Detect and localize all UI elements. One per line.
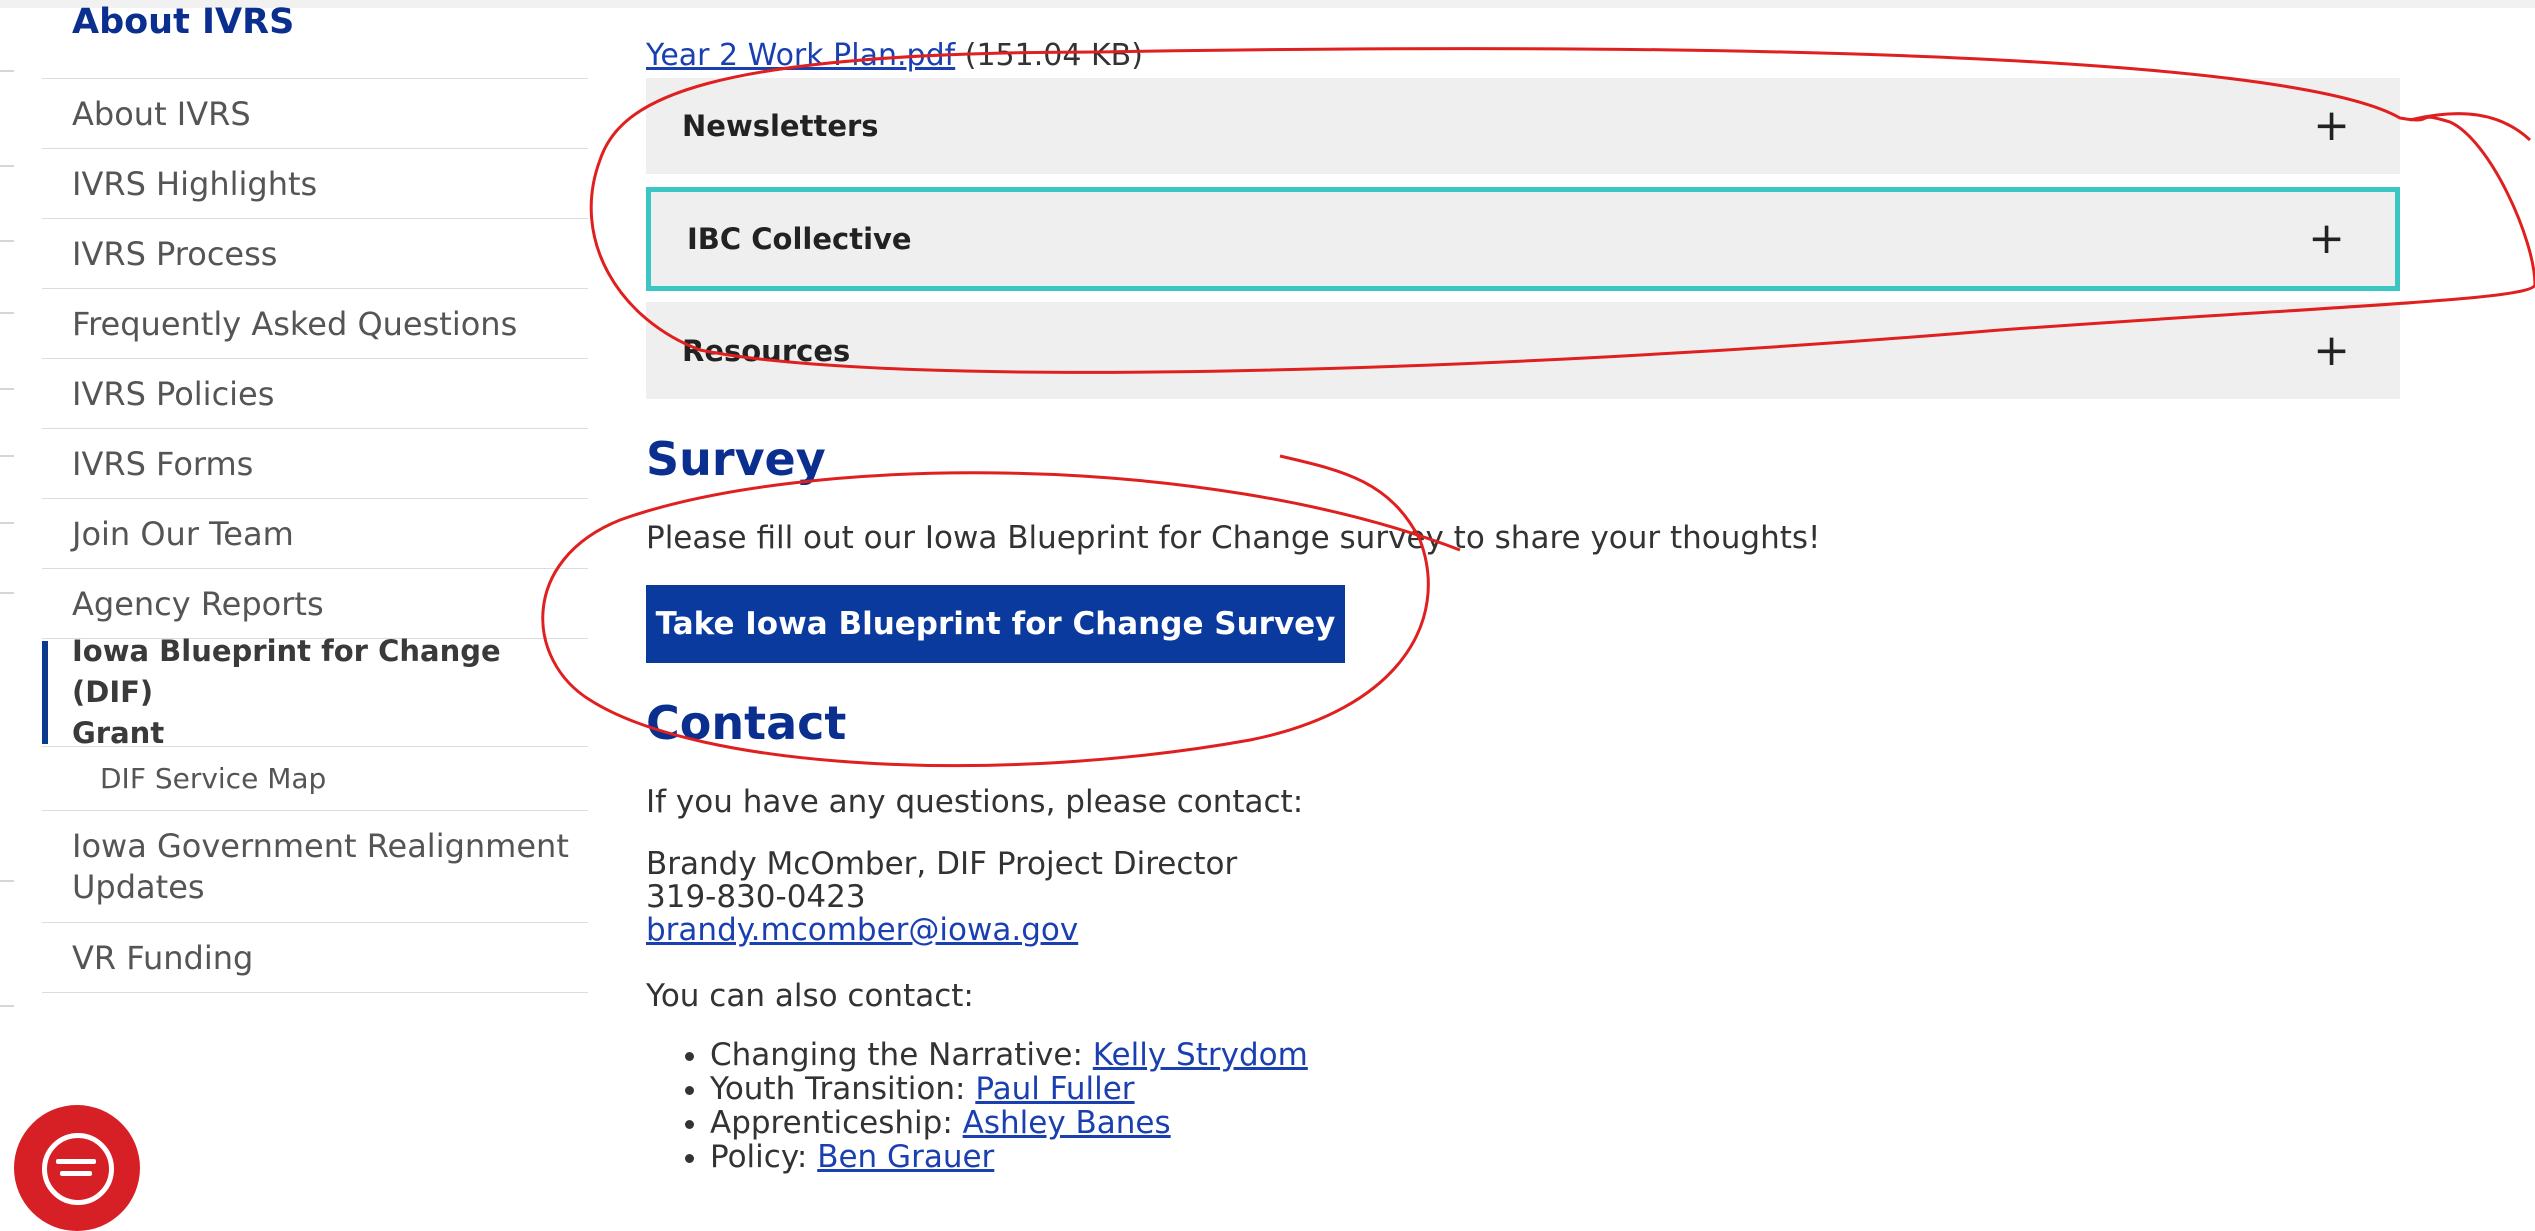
sidebar-item-agency-reports[interactable]: Agency Reports <box>42 569 588 639</box>
tick <box>0 240 14 242</box>
sidebar-item-vr-funding[interactable]: VR Funding <box>42 923 588 993</box>
chat-icon <box>42 1133 114 1205</box>
ashley-banes-link[interactable]: Ashley Banes <box>963 1105 1171 1141</box>
sidebar-item-label: Iowa Blueprint for Change (DIF) Grant <box>72 631 588 754</box>
chat-icon-line <box>60 1171 92 1176</box>
contact-role: Apprenticeship: <box>710 1105 953 1141</box>
label-line-2: Updates <box>72 867 205 906</box>
tick <box>0 455 14 457</box>
contact-name: Brandy McOmber, DIF Project Director <box>646 846 1238 882</box>
accordion-label: Resources <box>682 333 851 368</box>
sidebar-item-policies[interactable]: IVRS Policies <box>42 359 588 429</box>
sidebar-title[interactable]: About IVRS <box>72 2 294 42</box>
sidebar-item-faq[interactable]: Frequently Asked Questions <box>42 289 588 359</box>
contact-role: Policy: <box>710 1139 808 1175</box>
label-line-1: Iowa Blueprint for Change (DIF) <box>72 634 501 709</box>
tick <box>0 880 14 882</box>
contact-role: Changing the Narrative: <box>710 1037 1083 1073</box>
list-item: Changing the Narrative: Kelly Strydom <box>710 1038 1308 1072</box>
contact-details: Brandy McOmber, DIF Project Director 319… <box>646 848 1237 947</box>
tick <box>0 522 14 524</box>
survey-heading: Survey <box>646 432 826 486</box>
accordion-label: Newsletters <box>682 109 879 143</box>
accordion-ibc-collective[interactable]: IBC Collective + <box>646 187 2400 291</box>
contact-list: Changing the Narrative: Kelly Strydom Yo… <box>660 1038 1308 1174</box>
tick <box>0 1005 14 1007</box>
sidebar-item-forms[interactable]: IVRS Forms <box>42 429 588 499</box>
sidebar-item-highlights[interactable]: IVRS Highlights <box>42 149 588 219</box>
tick <box>0 388 14 390</box>
sidebar-item-label: Iowa Government Realignment Updates <box>72 826 569 908</box>
plus-icon: + <box>2308 213 2345 264</box>
sidebar-list: About IVRS IVRS Highlights IVRS Process … <box>42 78 588 993</box>
label-line-2: Grant <box>72 716 165 750</box>
kelly-strydom-link[interactable]: Kelly Strydom <box>1093 1037 1308 1073</box>
sidebar-item-realignment[interactable]: Iowa Government Realignment Updates <box>42 811 588 923</box>
contact-heading: Contact <box>646 696 847 750</box>
accordion-newsletters[interactable]: Newsletters + <box>646 78 2400 174</box>
also-contact-text: You can also contact: <box>646 978 974 1014</box>
annotation-tail <box>2409 112 2532 142</box>
sidebar-item-dif-service-map[interactable]: DIF Service Map <box>42 747 588 811</box>
contact-intro: If you have any questions, please contac… <box>646 784 1304 820</box>
survey-text: Please fill out our Iowa Blueprint for C… <box>646 520 1821 556</box>
tick <box>0 70 14 72</box>
label-line-1: Iowa Government Realignment <box>72 826 569 865</box>
chat-icon-line <box>56 1159 96 1164</box>
sidebar-item-process[interactable]: IVRS Process <box>42 219 588 289</box>
tick <box>0 592 14 594</box>
tick <box>0 312 14 314</box>
accordion-label: IBC Collective <box>687 222 912 256</box>
top-band <box>0 0 2535 8</box>
plus-icon: + <box>2313 324 2350 376</box>
sidebar-item-join-team[interactable]: Join Our Team <box>42 499 588 569</box>
chat-button[interactable] <box>14 1105 140 1231</box>
year2-work-plan-link[interactable]: Year 2 Work Plan.pdf <box>646 38 955 73</box>
ben-grauer-link[interactable]: Ben Grauer <box>817 1139 994 1175</box>
paul-fuller-link[interactable]: Paul Fuller <box>975 1071 1134 1107</box>
sidebar-item-about-ivrs[interactable]: About IVRS <box>42 79 588 149</box>
sidebar-item-iowa-blueprint[interactable]: Iowa Blueprint for Change (DIF) Grant <box>42 634 588 750</box>
left-edge-ticks <box>0 0 14 1210</box>
take-survey-button[interactable]: Take Iowa Blueprint for Change Survey <box>646 585 1345 663</box>
file-size: (151.04 KB) <box>964 38 1143 73</box>
list-item: Policy: Ben Grauer <box>710 1140 1308 1174</box>
tick <box>0 165 14 167</box>
contact-email-link[interactable]: brandy.mcomber@iowa.gov <box>646 912 1078 948</box>
contact-role: Youth Transition: <box>710 1071 966 1107</box>
file-line: Year 2 Work Plan.pdf (151.04 KB) <box>646 38 1143 73</box>
contact-phone: 319-830-0423 <box>646 879 866 915</box>
list-item: Youth Transition: Paul Fuller <box>710 1072 1308 1106</box>
plus-icon: + <box>2313 100 2350 151</box>
accordion-resources[interactable]: Resources + <box>646 302 2400 399</box>
list-item: Apprenticeship: Ashley Banes <box>710 1106 1308 1140</box>
